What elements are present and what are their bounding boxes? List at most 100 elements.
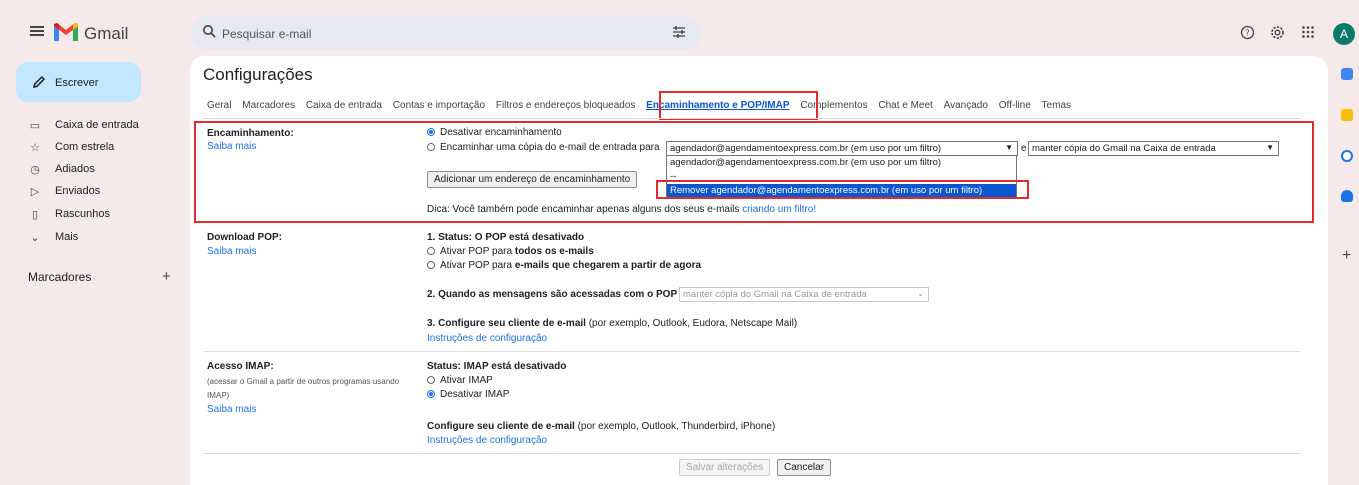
- option-label-bold: todos os e-mails: [514, 246, 594, 257]
- radio-icon[interactable]: [427, 261, 435, 269]
- select-value: agendador@agendamentoexpress.com.br (em …: [670, 143, 942, 154]
- clock-icon: ◷: [30, 164, 40, 176]
- search-input[interactable]: Pesquisar e-mail: [222, 27, 311, 41]
- forwarding-learn-more-link[interactable]: Saiba mais: [207, 141, 256, 152]
- apps-grid-icon[interactable]: [1301, 25, 1315, 42]
- save-changes-button[interactable]: Salvar alterações: [679, 459, 771, 476]
- inbox-icon: ▭: [29, 120, 41, 132]
- calendar-icon[interactable]: [1341, 68, 1353, 80]
- remove-option-highlight: [656, 180, 1029, 199]
- dropdown-arrow-icon: ⌄: [917, 289, 924, 298]
- pop-step3: 3. Configure seu cliente de e-mail (por …: [427, 318, 797, 329]
- forwarding-forward-option[interactable]: Encaminhar uma cópia do e-mail de entrad…: [427, 142, 660, 153]
- add-label-icon[interactable]: +: [162, 268, 171, 285]
- tab-advanced[interactable]: Avançado: [944, 100, 988, 111]
- sidebar-item-label: Mais: [55, 231, 79, 243]
- forwarding-disable-option[interactable]: Desativar encaminhamento: [427, 127, 562, 138]
- pop-learn-more-link[interactable]: Saiba mais: [207, 246, 256, 257]
- account-avatar[interactable]: A: [1333, 23, 1355, 45]
- imap-label: Acesso IMAP:: [207, 361, 274, 372]
- imap-config-title: Configure seu cliente de e-mail: [427, 421, 575, 432]
- pop-action-select: manter cópia do Gmail na Caixa de entrad…: [679, 287, 929, 302]
- imap-enable-option[interactable]: Ativar IMAP: [427, 375, 493, 386]
- svg-text:?: ?: [1245, 29, 1249, 38]
- sidebar-item-sent[interactable]: ▷ Enviados: [28, 183, 178, 201]
- gmail-logo-icon[interactable]: [54, 23, 78, 41]
- tab-inbox[interactable]: Caixa de entrada: [306, 100, 382, 111]
- search-icon[interactable]: [202, 24, 216, 38]
- compose-label: Escrever: [55, 77, 99, 89]
- pop-label: Download POP:: [207, 232, 282, 243]
- pop-enable-all-option[interactable]: Ativar POP para todos os e-mails: [427, 246, 594, 257]
- keep-icon[interactable]: [1341, 109, 1353, 121]
- forwarding-label: Encaminhamento:: [207, 128, 294, 139]
- option-label-bold: e-mails que chegarem a partir de agora: [514, 260, 702, 271]
- settings-tabs: Geral Marcadores Caixa de entrada Contas…: [207, 100, 1079, 111]
- imap-status: Status: IMAP está desativado: [427, 361, 567, 372]
- help-icon[interactable]: ?: [1240, 25, 1255, 43]
- search-options-icon[interactable]: [672, 25, 686, 39]
- draft-icon: ▯: [31, 209, 39, 221]
- tab-accounts[interactable]: Contas e importação: [393, 100, 485, 111]
- imap-disable-option[interactable]: Desativar IMAP: [427, 389, 509, 400]
- send-icon: ▷: [30, 186, 40, 198]
- labels-heading: Marcadores: [28, 270, 92, 284]
- contacts-icon[interactable]: [1341, 190, 1353, 202]
- create-filter-link[interactable]: criando um filtro!: [742, 204, 816, 215]
- main-menu-icon[interactable]: [30, 26, 44, 36]
- settings-gear-icon[interactable]: [1270, 25, 1285, 43]
- sidebar-item-drafts[interactable]: ▯ Rascunhos: [28, 206, 178, 224]
- sidebar-item-label: Rascunhos: [55, 208, 111, 220]
- pop-status: 1. Status: O POP está desativado: [427, 232, 585, 243]
- active-tab-highlight: [659, 91, 818, 120]
- chevron-down-icon: ⌄: [30, 232, 40, 244]
- pop-step2-title: 2. Quando as mensagens são acessadas com…: [427, 289, 678, 300]
- tasks-icon[interactable]: [1341, 150, 1353, 162]
- add-forwarding-address-button[interactable]: Adicionar um endereço de encaminhamento: [427, 171, 638, 188]
- radio-selected-icon[interactable]: [427, 390, 435, 398]
- imap-instructions-link[interactable]: Instruções de configuração: [427, 435, 547, 446]
- radio-icon[interactable]: [427, 376, 435, 384]
- radio-icon[interactable]: [427, 143, 435, 151]
- tab-labels[interactable]: Marcadores: [242, 100, 295, 111]
- option-label: Ativar IMAP: [440, 375, 493, 386]
- imap-config-note: (por exemplo, Outlook, Thunderbird, iPho…: [577, 421, 776, 432]
- radio-icon[interactable]: [427, 247, 435, 255]
- page-title: Configurações: [203, 65, 313, 84]
- app-name: Gmail: [84, 24, 129, 43]
- pop-enable-now-option[interactable]: Ativar POP para e-mails que chegarem a p…: [427, 260, 701, 271]
- get-addons-icon[interactable]: +: [1342, 247, 1351, 265]
- cancel-button[interactable]: Cancelar: [777, 459, 832, 476]
- tab-themes[interactable]: Temas: [1042, 100, 1071, 111]
- forward-address-select[interactable]: agendador@agendamentoexpress.com.br (em …: [666, 141, 1018, 156]
- select-value: manter cópia do Gmail na Caixa de entrad…: [683, 289, 867, 300]
- pencil-icon: [33, 75, 46, 88]
- pop-step3-note: (por exemplo, Outlook, Eudora, Netscape …: [588, 318, 798, 329]
- sidebar-item-label: Adiados: [55, 163, 95, 175]
- tip-text: Dica: Você também pode encaminhar apenas…: [427, 204, 740, 215]
- sidebar-item-inbox[interactable]: ▭ Caixa de entrada: [28, 117, 178, 135]
- tab-offline[interactable]: Off-line: [999, 100, 1031, 111]
- connector-text: e: [1021, 143, 1027, 154]
- sidebar-item-label: Com estrela: [55, 141, 115, 153]
- sidebar-item-label: Caixa de entrada: [55, 119, 139, 131]
- sidebar-item-snoozed[interactable]: ◷ Adiados: [28, 161, 178, 179]
- tab-general[interactable]: Geral: [207, 100, 231, 111]
- sidebar-item-label: Enviados: [55, 185, 101, 197]
- tab-filters[interactable]: Filtros e endereços bloqueados: [496, 100, 636, 111]
- forward-action-select[interactable]: manter cópia do Gmail na Caixa de entrad…: [1028, 141, 1279, 156]
- tab-chat[interactable]: Chat e Meet: [878, 100, 932, 111]
- imap-config: Configure seu cliente de e-mail (por exe…: [427, 421, 775, 432]
- option-label: Encaminhar uma cópia do e-mail de entrad…: [440, 142, 660, 153]
- sidebar-item-starred[interactable]: ☆ Com estrela: [28, 139, 178, 157]
- pop-instructions-link[interactable]: Instruções de configuração: [427, 333, 547, 344]
- radio-selected-icon[interactable]: [427, 128, 435, 136]
- dropdown-arrow-icon: ▼: [1005, 143, 1013, 152]
- select-value: manter cópia do Gmail na Caixa de entrad…: [1032, 143, 1216, 154]
- imap-learn-more-link[interactable]: Saiba mais: [207, 404, 256, 415]
- option-label: Desativar IMAP: [440, 389, 510, 400]
- sidebar-item-more[interactable]: ⌄ Mais: [28, 229, 178, 247]
- imap-sub-label: (acessar o Gmail a partir de outros prog…: [207, 377, 400, 386]
- option-label: Desativar encaminhamento: [440, 127, 562, 138]
- dropdown-option[interactable]: agendador@agendamentoexpress.com.br (em …: [667, 156, 1016, 170]
